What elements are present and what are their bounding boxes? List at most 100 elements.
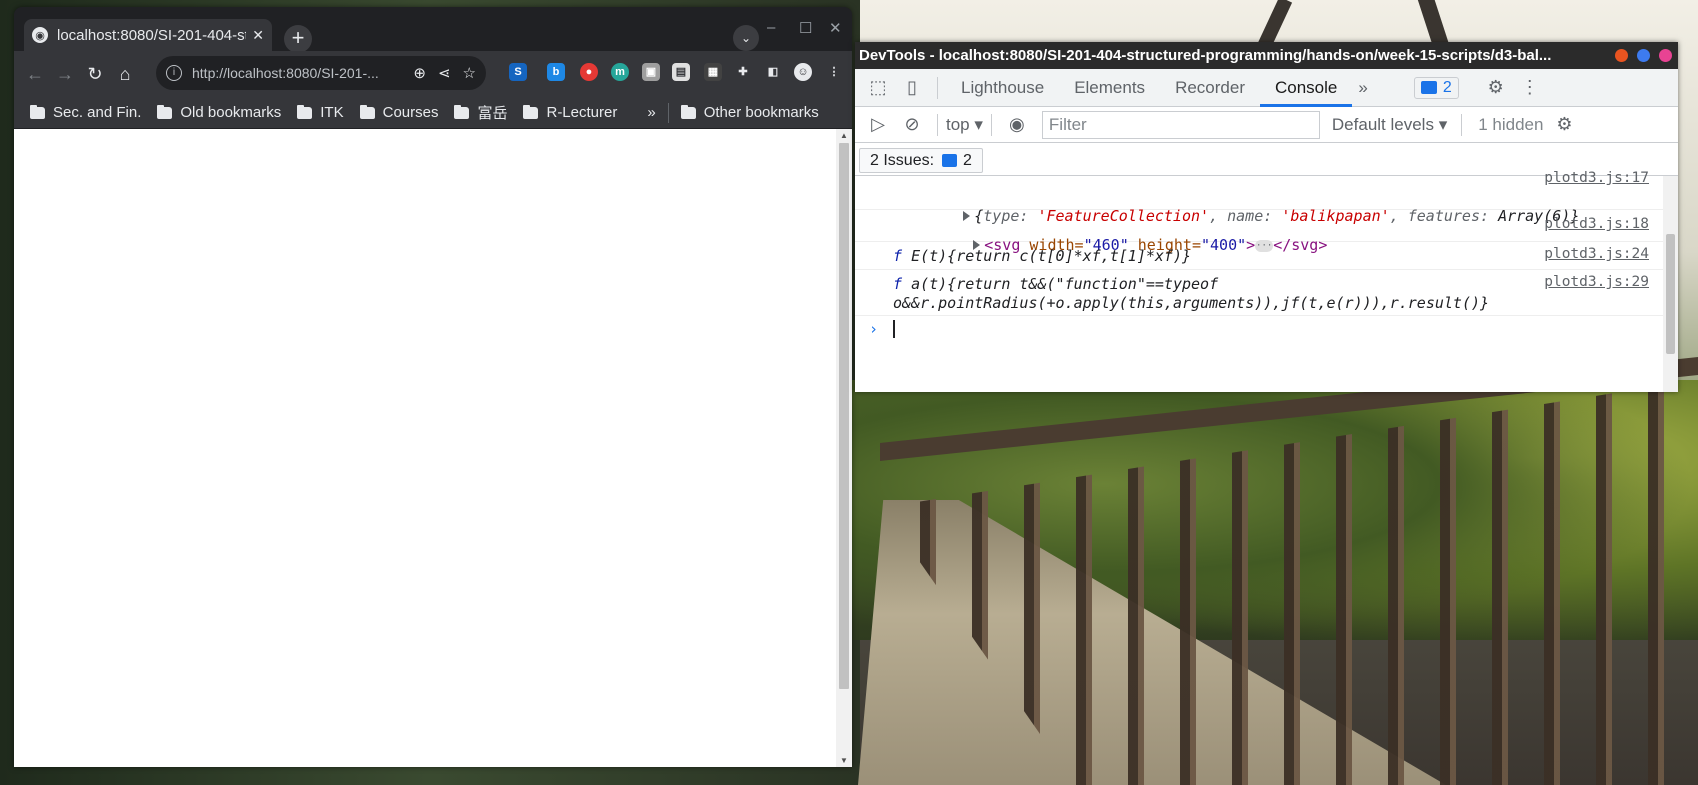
device-toolbar-icon[interactable]: ▯ <box>895 77 929 98</box>
console-settings-gear-icon[interactable]: ⚙ <box>1547 114 1581 135</box>
tab-console[interactable]: Console <box>1259 69 1353 107</box>
console-output[interactable]: plotd3.js:17 {type: 'FeatureCollection',… <box>855 170 1663 392</box>
page-viewport[interactable] <box>14 129 836 767</box>
console-log-row[interactable]: plotd3.js:17 {type: 'FeatureCollection',… <box>855 170 1663 225</box>
message-icon <box>1420 81 1437 94</box>
folder-icon <box>157 104 173 119</box>
bookmark-folder[interactable]: Sec. and Fin. <box>30 104 141 121</box>
tab-title: localhost:8080/SI-201-404-structured-pro… <box>57 26 246 44</box>
bookmark-folder[interactable]: ITK <box>297 104 344 121</box>
minimize-dot-icon[interactable] <box>1615 49 1628 62</box>
maximize-icon[interactable]: ☐ <box>799 19 812 37</box>
divider <box>937 113 938 136</box>
settings-gear-icon[interactable]: ⚙ <box>1479 77 1513 98</box>
console-log-row[interactable]: plotd3.js:24 f E(t){return c(t[0]*xf,t[1… <box>855 242 1663 270</box>
source-link[interactable]: plotd3.js:17 <box>1544 170 1649 186</box>
tab-strip: ◉ localhost:8080/SI-201-404-structured-p… <box>14 7 852 53</box>
page-scrollbar[interactable]: ▲ ▼ <box>836 129 852 767</box>
extension-dark-icon[interactable]: ▦ <box>704 63 722 81</box>
other-bookmarks-folder[interactable]: Other bookmarks <box>680 104 819 121</box>
folder-icon <box>30 104 45 119</box>
folder-icon <box>359 104 375 119</box>
maximize-dot-icon[interactable] <box>1637 49 1650 62</box>
zoom-icon[interactable]: ⊕ <box>413 64 426 82</box>
bookmark-folder[interactable]: Courses <box>359 104 438 121</box>
devtools-tabbar: ⬚ ▯ Lighthouse Elements Recorder Console… <box>855 69 1678 107</box>
minimize-icon[interactable]: – <box>767 19 775 36</box>
browser-toolbar: ← → ↻ ⌂ i http://localhost:8080/SI-201-.… <box>14 51 852 97</box>
message-icon <box>942 154 958 167</box>
forward-arrow-icon[interactable]: → <box>50 64 80 85</box>
source-link[interactable]: plotd3.js:29 <box>1544 274 1649 290</box>
extension-m-icon[interactable]: m <box>611 63 629 81</box>
site-info-icon[interactable]: i <box>166 65 182 81</box>
divider <box>990 113 992 136</box>
scrollbar-thumb[interactable] <box>839 143 849 689</box>
share-icon[interactable]: ⋖ <box>438 64 451 82</box>
hidden-count: 1 hidden <box>1478 114 1544 134</box>
console-scrollbar-thumb[interactable] <box>1666 234 1675 354</box>
bookmarks-overflow-button[interactable]: » <box>647 104 655 121</box>
tab-lighthouse[interactable]: Lighthouse <box>946 69 1059 107</box>
bookmarks-bar: Sec. and Fin. Old bookmarks ITK Courses … <box>14 97 852 129</box>
console-scrollbar[interactable] <box>1663 176 1678 392</box>
divider <box>1461 113 1463 136</box>
inspect-element-icon[interactable]: ⬚ <box>861 77 895 98</box>
folder-icon <box>297 104 313 119</box>
tab-recorder[interactable]: Recorder <box>1160 69 1260 107</box>
side-panel-icon[interactable]: ◧ <box>764 63 782 81</box>
folder-icon <box>454 104 470 119</box>
scroll-down-icon[interactable]: ▼ <box>840 756 848 765</box>
bookmark-folder[interactable]: Old bookmarks <box>157 104 281 121</box>
address-url[interactable]: http://localhost:8080/SI-201-... <box>192 65 401 81</box>
extensions-puzzle-icon[interactable]: ✚ <box>734 63 752 81</box>
folder-icon <box>523 104 539 119</box>
more-tabs-button[interactable]: » <box>1352 69 1373 107</box>
profile-avatar[interactable]: ☺ <box>794 63 812 81</box>
clear-console-icon[interactable]: ⊘ <box>895 114 929 135</box>
home-icon[interactable]: ⌂ <box>110 64 140 85</box>
console-toolbar: ▷ ⊘ top ▾ ◉ Filter Default levels ▾ 1 hi… <box>855 107 1678 143</box>
tab-close-icon[interactable]: ✕ <box>252 27 264 44</box>
close-dot-icon[interactable] <box>1659 49 1672 62</box>
context-select[interactable]: top ▾ <box>946 115 983 135</box>
devtools-window: DevTools - localhost:8080/SI-201-404-str… <box>855 42 1678 392</box>
console-log-row[interactable]: plotd3.js:29 f a(t){return t&&("function… <box>855 270 1663 316</box>
globe-icon: ◉ <box>32 27 48 43</box>
divider <box>937 76 938 99</box>
folder-icon <box>680 104 696 119</box>
devtools-menu-icon[interactable]: ⋮ <box>1513 77 1547 98</box>
browser-tab[interactable]: ◉ localhost:8080/SI-201-404-structured-p… <box>24 19 272 51</box>
menu-kebab-icon[interactable]: ⋮ <box>825 63 843 81</box>
close-window-icon[interactable]: ✕ <box>829 19 842 37</box>
address-bar[interactable]: i http://localhost:8080/SI-201-... ⊕ ⋖ ☆ <box>156 56 486 90</box>
bookmark-folder[interactable]: 富岳 <box>454 102 507 123</box>
scroll-up-icon[interactable]: ▲ <box>840 131 848 140</box>
tab-search-button[interactable]: ⌄ <box>733 25 759 51</box>
back-arrow-icon[interactable]: ← <box>20 64 50 85</box>
extension-s-icon[interactable]: S <box>509 63 527 81</box>
source-link[interactable]: plotd3.js:18 <box>1544 216 1649 232</box>
bookmark-folder[interactable]: R-Lecturer <box>523 104 617 121</box>
bookmarks-divider <box>667 102 669 123</box>
extension-red-icon[interactable]: ● <box>580 63 598 81</box>
browser-window: ◉ localhost:8080/SI-201-404-structured-p… <box>14 7 852 767</box>
console-input-caret[interactable] <box>893 320 895 338</box>
live-expression-eye-icon[interactable]: ◉ <box>1000 114 1034 135</box>
console-log-row[interactable]: plotd3.js:18 <svg width="460" height="40… <box>855 210 1663 254</box>
extension-photo-icon[interactable]: ▣ <box>642 63 660 81</box>
tab-elements[interactable]: Elements <box>1059 69 1160 107</box>
issues-badge[interactable]: 2 <box>1413 76 1459 99</box>
console-prompt-chevron-icon: › <box>869 320 879 338</box>
log-levels-dropdown[interactable]: Default levels ▾ <box>1332 115 1447 135</box>
extension-doc-icon[interactable]: ▤ <box>672 63 690 81</box>
devtools-title: DevTools - localhost:8080/SI-201-404-str… <box>855 42 1678 69</box>
issues-link[interactable]: 2 Issues: 2 <box>859 148 983 173</box>
new-tab-button[interactable]: + <box>284 25 312 53</box>
console-filter-input[interactable]: Filter <box>1041 110 1320 139</box>
source-link[interactable]: plotd3.js:24 <box>1544 246 1649 262</box>
bookmark-star-icon[interactable]: ☆ <box>463 64 476 82</box>
extension-b-icon[interactable]: b <box>547 63 565 81</box>
reload-icon[interactable]: ↻ <box>80 64 110 85</box>
sidebar-toggle-icon[interactable]: ▷ <box>861 114 895 135</box>
